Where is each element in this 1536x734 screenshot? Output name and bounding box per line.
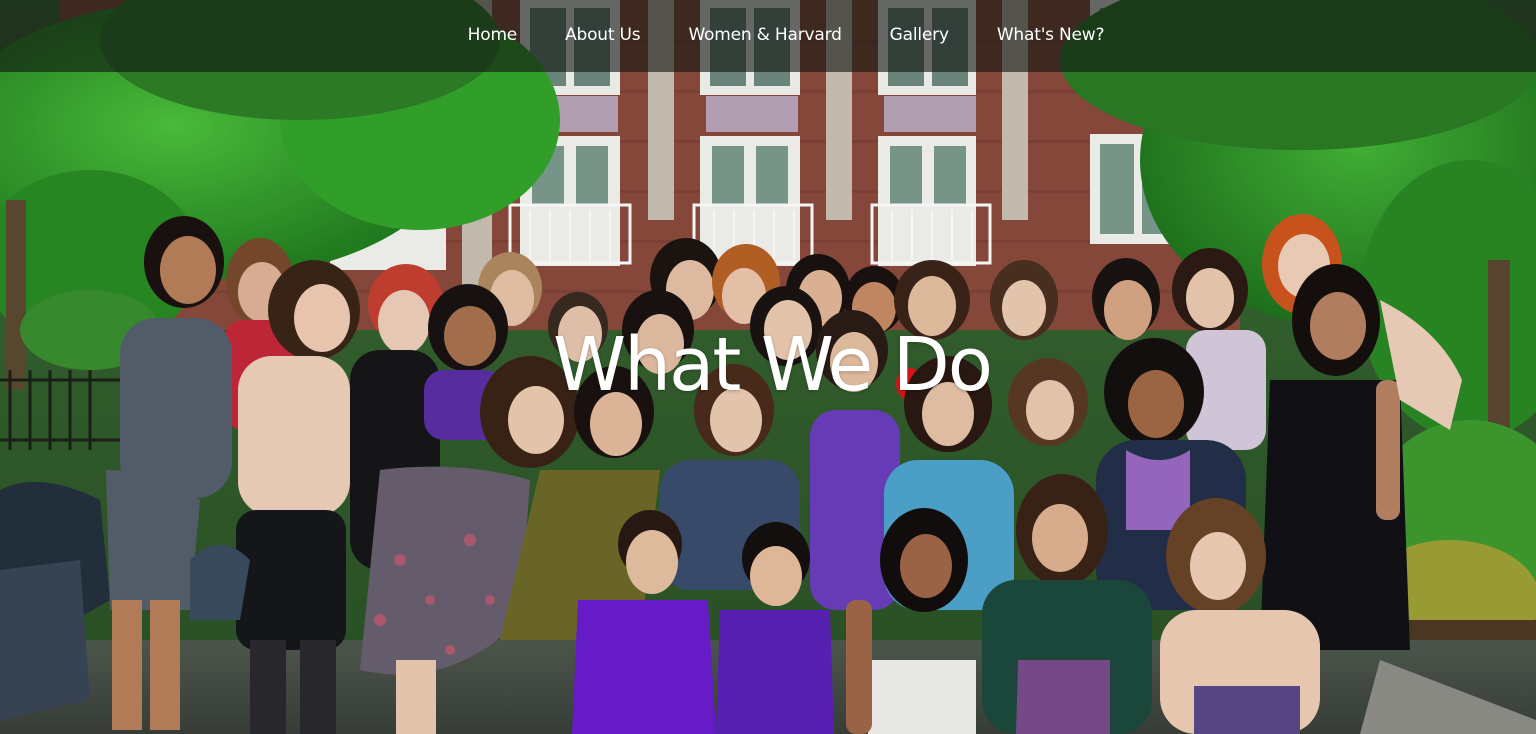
nav-menu: Home About Us Women & Harvard Gallery Wh… [444,25,1129,45]
nav-item-about-us[interactable]: About Us [541,25,664,45]
nav-item-women-harvard[interactable]: Women & Harvard [664,25,865,45]
nav-item-home[interactable]: Home [444,25,541,45]
page: Home About Us Women & Harvard Gallery Wh… [0,0,1536,734]
nav-item-gallery[interactable]: Gallery [866,25,973,45]
hero-title: What We Do [552,322,993,408]
nav-item-whats-new[interactable]: What's New? [973,25,1129,45]
top-navigation: Home About Us Women & Harvard Gallery Wh… [0,0,1536,72]
